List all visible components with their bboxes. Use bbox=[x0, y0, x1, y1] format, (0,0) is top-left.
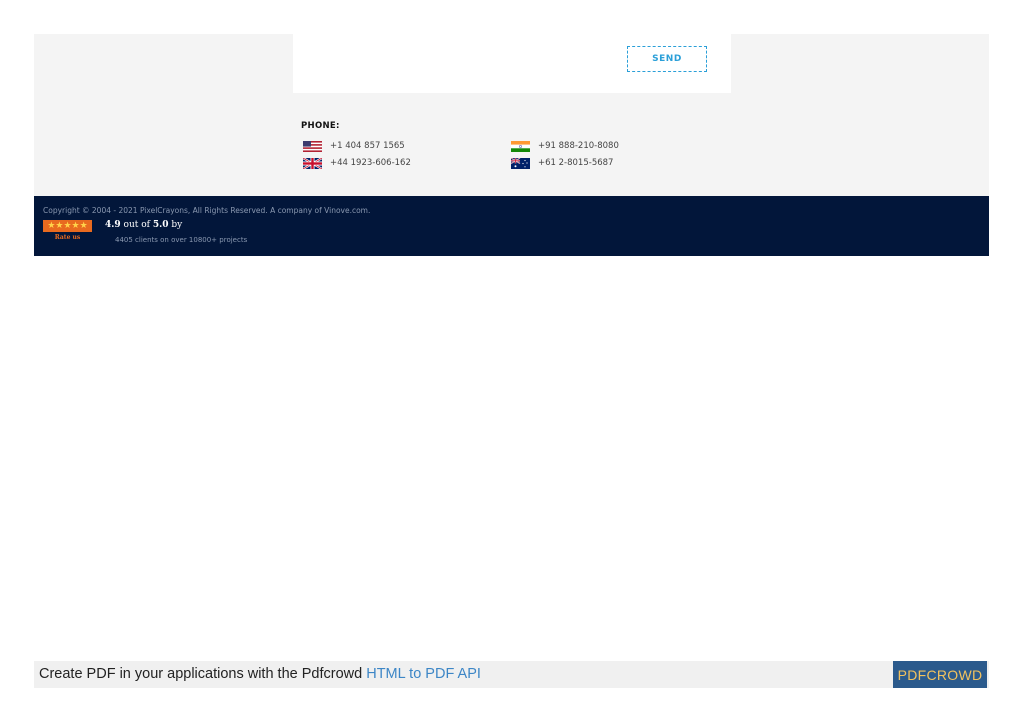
rating-summary: 4.9 out of 5.0 by bbox=[105, 220, 182, 230]
phone-number-india[interactable]: +91 888-210-8080 bbox=[538, 141, 619, 151]
pdfcrowd-banner-text: Create PDF in your applications with the… bbox=[39, 666, 481, 682]
phone-number-us[interactable]: +1 404 857 1565 bbox=[330, 141, 405, 151]
rating-by: by bbox=[171, 220, 183, 230]
pdfcrowd-banner-prefix: Create PDF in your applications with the… bbox=[39, 666, 367, 682]
uk-flag-icon bbox=[303, 157, 322, 169]
us-flag-icon bbox=[303, 140, 322, 152]
rating-out-of: out of bbox=[123, 220, 150, 230]
phone-number-australia[interactable]: +61 2-8015-5687 bbox=[538, 158, 613, 168]
phone-number-uk[interactable]: +44 1923-606-162 bbox=[330, 158, 411, 168]
rate-us-link[interactable]: Rate us bbox=[43, 234, 92, 241]
rating-score: 4.9 bbox=[105, 220, 121, 230]
phone-item-australia[interactable]: +61 2-8015-5687 bbox=[511, 157, 613, 169]
clients-count: 4405 clients on over 10800+ projects bbox=[115, 236, 248, 244]
india-flag-icon bbox=[511, 140, 530, 152]
star-rating-badge[interactable]: ★★★★★ bbox=[43, 220, 92, 232]
html-to-pdf-api-link[interactable]: HTML to PDF API bbox=[366, 666, 481, 682]
phone-item-us[interactable]: +1 404 857 1565 bbox=[303, 140, 405, 152]
phone-item-uk[interactable]: +44 1923-606-162 bbox=[303, 157, 411, 169]
copyright-text: Copyright © 2004 - 2021 PixelCrayons, Al… bbox=[43, 206, 371, 215]
pdfcrowd-brand-button[interactable]: PDFCROWD bbox=[893, 661, 987, 688]
phone-heading: PHONE: bbox=[301, 121, 340, 131]
rating-max: 5.0 bbox=[152, 220, 169, 230]
phone-item-india[interactable]: +91 888-210-8080 bbox=[511, 140, 619, 152]
australia-flag-icon bbox=[511, 157, 530, 169]
send-button[interactable]: SEND bbox=[627, 46, 707, 72]
